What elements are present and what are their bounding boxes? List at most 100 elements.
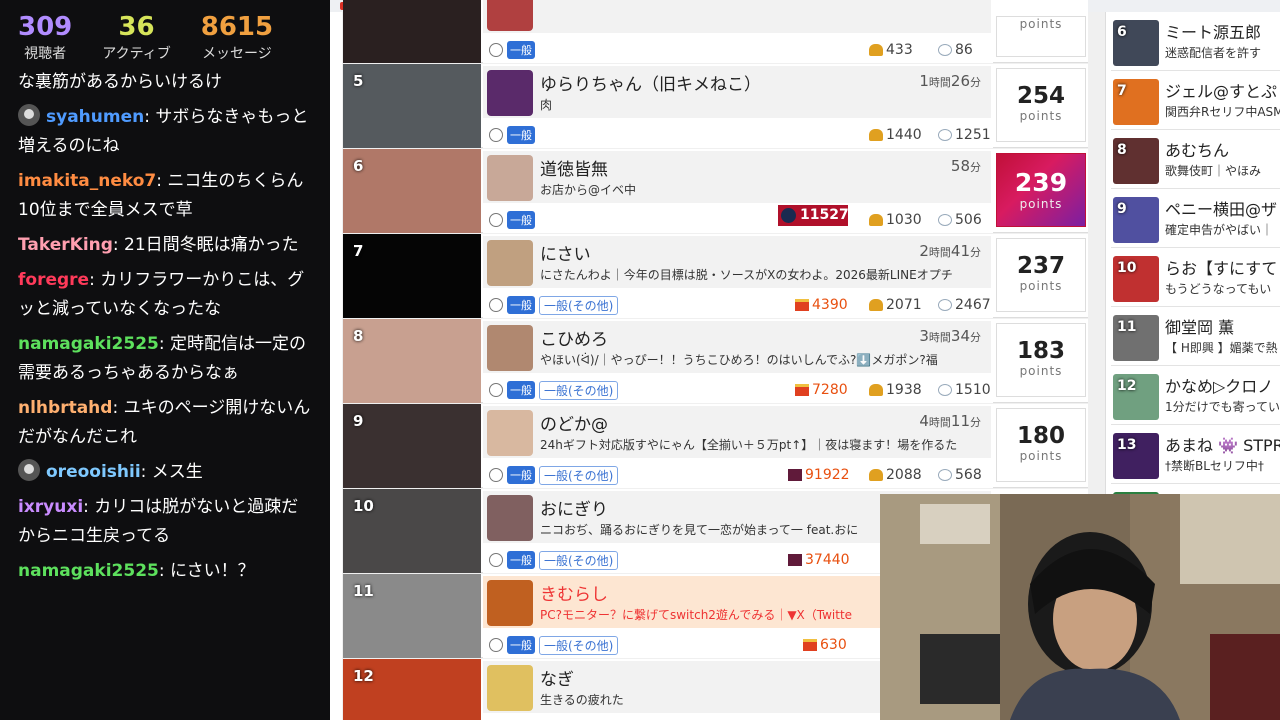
streamer-name[interactable]: おにぎり [540,495,608,520]
ranking-row[interactable]: 9 のどか@ 24hギフト対応版すやにゃん【全揃い＋５万pt↑】｜夜は寝ます！場を作… [343,404,1088,488]
stream-thumbnail[interactable]: 9 [343,404,481,488]
chat-username[interactable]: ixryuxi [18,497,83,517]
stream-info[interactable]: のどか@ 24hギフト対応版すやにゃん【全揃い＋５万pt↑】｜夜は寝ます！場を作る… [483,404,993,488]
points-label: points [1019,109,1063,123]
stream-thumbnail[interactable]: 5 [343,64,481,148]
sidebar-streamer-avatar[interactable]: 13 [1113,433,1159,479]
sidebar-ranking-item[interactable]: 9 ペニー横田@ザ 確定申告がやばい｜ [1111,193,1280,248]
stream-thumbnail[interactable] [343,0,481,63]
category-badge[interactable]: 一般 [507,466,535,484]
streamer-avatar[interactable] [487,240,533,286]
sidebar-streamer-name[interactable]: あまね 👾 STPR [1165,432,1280,456]
stream-thumbnail[interactable]: 10 [343,489,481,573]
stream-info[interactable]: こひめろ やほい(ᐛ)/｜やっぴー！！うちこひめろ！のはいしんでふ?⬇️メガポン?… [483,319,993,403]
sidebar-streamer-avatar[interactable]: 6 [1113,20,1159,66]
sidebar-streamer-name[interactable]: ペニー横田@ザ [1165,196,1277,220]
sidebar-ranking-item[interactable]: 11 御堂岡 薫【 H即興 】媚薬で熱 [1111,311,1280,366]
stream-thumbnail[interactable]: 11 [343,574,481,658]
duration-hours-unit: 時間 [928,76,951,89]
stream-info[interactable]: ゆらりちゃん（旧キメねこ） 肉 1時間26分 一般 1440 1251 [483,64,993,148]
streamer-avatar[interactable] [487,495,533,541]
sidebar-streamer-name[interactable]: 御堂岡 薫 [1165,314,1234,338]
chat-username[interactable]: oreooishii [46,462,141,482]
subcategory-badge[interactable]: 一般(その他) [539,466,619,485]
chat-username[interactable]: syahumen [46,107,144,127]
category-badge[interactable]: 一般 [507,381,535,399]
streamer-name[interactable]: にさい [540,240,591,265]
sidebar-ranking-item[interactable]: 7 ジェル@すとぷ 関西弁Rセリフ中ASM [1111,75,1280,130]
stream-info[interactable]: 一般 433 86 [483,0,993,63]
sidebar-ranking-item[interactable]: 10 らお【すにすて もうどうなってもい [1111,252,1280,307]
category-badge[interactable]: 一般 [507,636,535,654]
ranking-row[interactable]: 6 道徳皆無 お店から@イベ中 58分 一般 115270 1030 506 239 points [343,149,1088,233]
sidebar-streamer-avatar[interactable]: 8 [1113,138,1159,184]
category-badge[interactable]: 一般 [507,551,535,569]
duration-minutes: 41 [950,242,970,260]
sidebar-ranking-item[interactable]: 13 あまね 👾 STPR †禁断BLセリフ中† [1111,429,1280,484]
stream-info[interactable]: にさい にさたんわよ｜今年の目標は脱・ソースがXの女わよ。2026最新LINEオプ… [483,234,993,318]
ranking-row[interactable]: 8 こひめろ やほい(ᐛ)/｜やっぴー！！うちこひめろ！のはいしんでふ?⬇️メガポン… [343,319,1088,403]
subcategory-badge[interactable]: 一般(その他) [539,551,619,570]
category-badge[interactable]: 一般 [507,296,535,314]
category-badge[interactable]: 一般 [507,41,535,59]
subcategory-badge[interactable]: 一般(その他) [539,636,619,655]
chat-username[interactable]: nlhbrtahd [18,398,112,418]
sidebar-streamer-avatar[interactable]: 7 [1113,79,1159,125]
chat-username[interactable]: namagaki2525 [18,561,159,581]
sidebar-rank-number: 7 [1117,83,1127,99]
subcategory-badge[interactable]: 一般(その他) [539,296,619,315]
stream-thumbnail[interactable]: 6 [343,149,481,233]
sidebar-streamer-avatar[interactable]: 11 [1113,315,1159,361]
streamer-avatar[interactable] [487,665,533,711]
streamer-name[interactable]: きむらし [540,580,608,605]
ranking-row[interactable]: 5 ゆらりちゃん（旧キメねこ） 肉 1時間26分 一般 1440 1251 254 points [343,64,1088,148]
points-box: 254 points [996,68,1086,142]
stream-duration: 4時間11分 [919,412,981,430]
chat-username[interactable]: TakerKing [18,235,113,255]
sidebar-streamer-name[interactable]: あむちん [1165,137,1229,161]
sidebar-streamer-name[interactable]: ジェル@すとぷ [1165,78,1277,102]
stream-thumbnail[interactable]: 8 [343,319,481,403]
sidebar-streamer-name[interactable]: らお【すにすて [1165,255,1277,279]
sidebar-streamer-name[interactable]: ミート源五郎 [1165,19,1261,43]
subcategory-badge[interactable]: 一般(その他) [539,381,619,400]
streamer-name[interactable]: 道徳皆無 [540,155,608,180]
stat-value: 8615 [200,12,274,42]
sidebar-streamer-avatar[interactable]: 10 [1113,256,1159,302]
ranking-row[interactable]: 一般 433 86 points [343,0,1088,63]
sidebar-stream-title: 歌舞伎町｜やほみ [1165,164,1262,178]
sidebar-ranking-item[interactable]: 12 かなめ▷クロノ 1分だけでも寄ってい [1111,370,1280,425]
stream-thumbnail[interactable]: 12 [343,659,481,720]
streamer-name[interactable]: なぎ [540,665,574,690]
gift-value: 630 [820,637,847,653]
category-badge[interactable]: 一般 [507,211,535,229]
chat-username[interactable]: namagaki2525 [18,334,159,354]
streamer-avatar[interactable] [487,325,533,371]
category-badge[interactable]: 一般 [507,126,535,144]
points-label: points [1019,197,1063,211]
sidebar-ranking-item[interactable]: 6 ミート源五郎 迷惑配信者を許す [1111,16,1280,71]
streamer-name[interactable]: のどか@ [540,410,608,435]
chat-username[interactable]: imakita_neko7 [18,171,156,191]
ranking-row[interactable]: 7 にさい にさたんわよ｜今年の目標は脱・ソースがXの女わよ。2026最新LINEオ… [343,234,1088,318]
streamer-avatar[interactable] [487,410,533,456]
streamer-name[interactable]: こひめろ [540,325,608,350]
stream-thumbnail[interactable]: 7 [343,234,481,318]
sidebar-streamer-name[interactable]: かなめ▷クロノ [1165,373,1273,397]
viewers-icon [869,214,883,226]
streamer-avatar[interactable] [487,70,533,116]
streamer-avatar[interactable] [487,155,533,201]
sidebar-ranking-item[interactable]: 8 あむちん歌舞伎町｜やほみ [1111,134,1280,189]
streamer-name[interactable]: ゆらりちゃん（旧キメねこ） [540,70,761,95]
chat-username[interactable]: foregre [18,270,89,290]
sidebar-streamer-avatar[interactable]: 12 [1113,374,1159,420]
streamer-avatar[interactable] [487,580,533,626]
viewer-value: 1938 [886,382,922,398]
chat-message: nlhbrtahd: ユキのページ開けないんだがなんだこれ [18,394,312,452]
sidebar-rank-number: 12 [1117,378,1137,394]
comment-icon [938,44,952,56]
streamer-avatar[interactable] [487,0,533,31]
comment-count: 1510 [938,382,991,398]
stream-info[interactable]: 道徳皆無 お店から@イベ中 58分 一般 115270 1030 506 [483,149,993,233]
sidebar-streamer-avatar[interactable]: 9 [1113,197,1159,243]
